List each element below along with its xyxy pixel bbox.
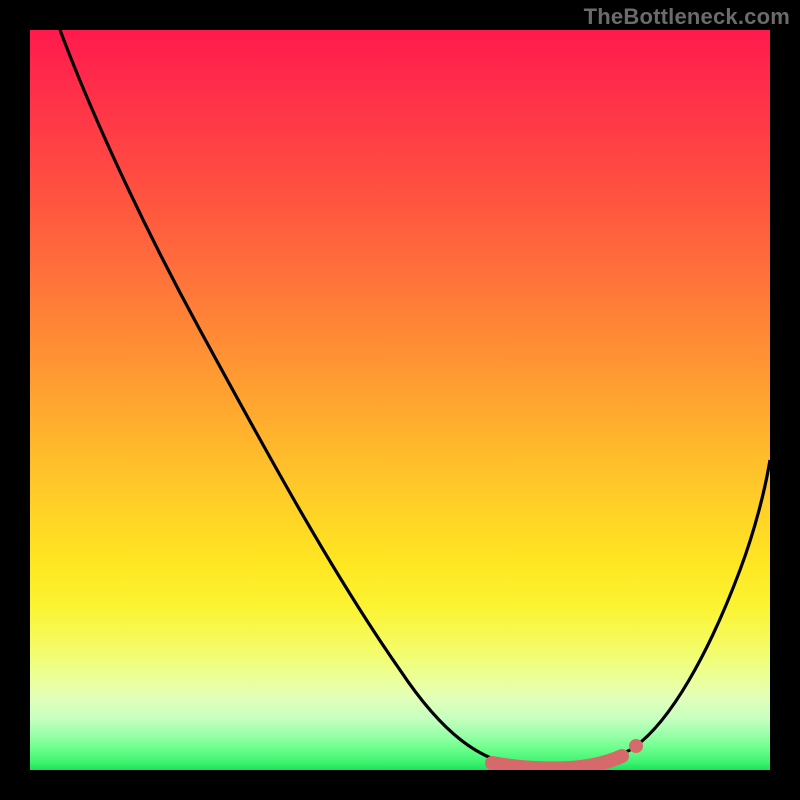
- bottleneck-curve-svg: [30, 30, 770, 770]
- bottleneck-curve: [60, 30, 770, 767]
- chart-frame: TheBottleneck.com: [0, 0, 800, 800]
- optimal-range-highlight: [492, 756, 622, 768]
- watermark-text: TheBottleneck.com: [584, 4, 790, 30]
- plot-area: [30, 30, 770, 770]
- optimal-range-end-dot: [629, 739, 643, 753]
